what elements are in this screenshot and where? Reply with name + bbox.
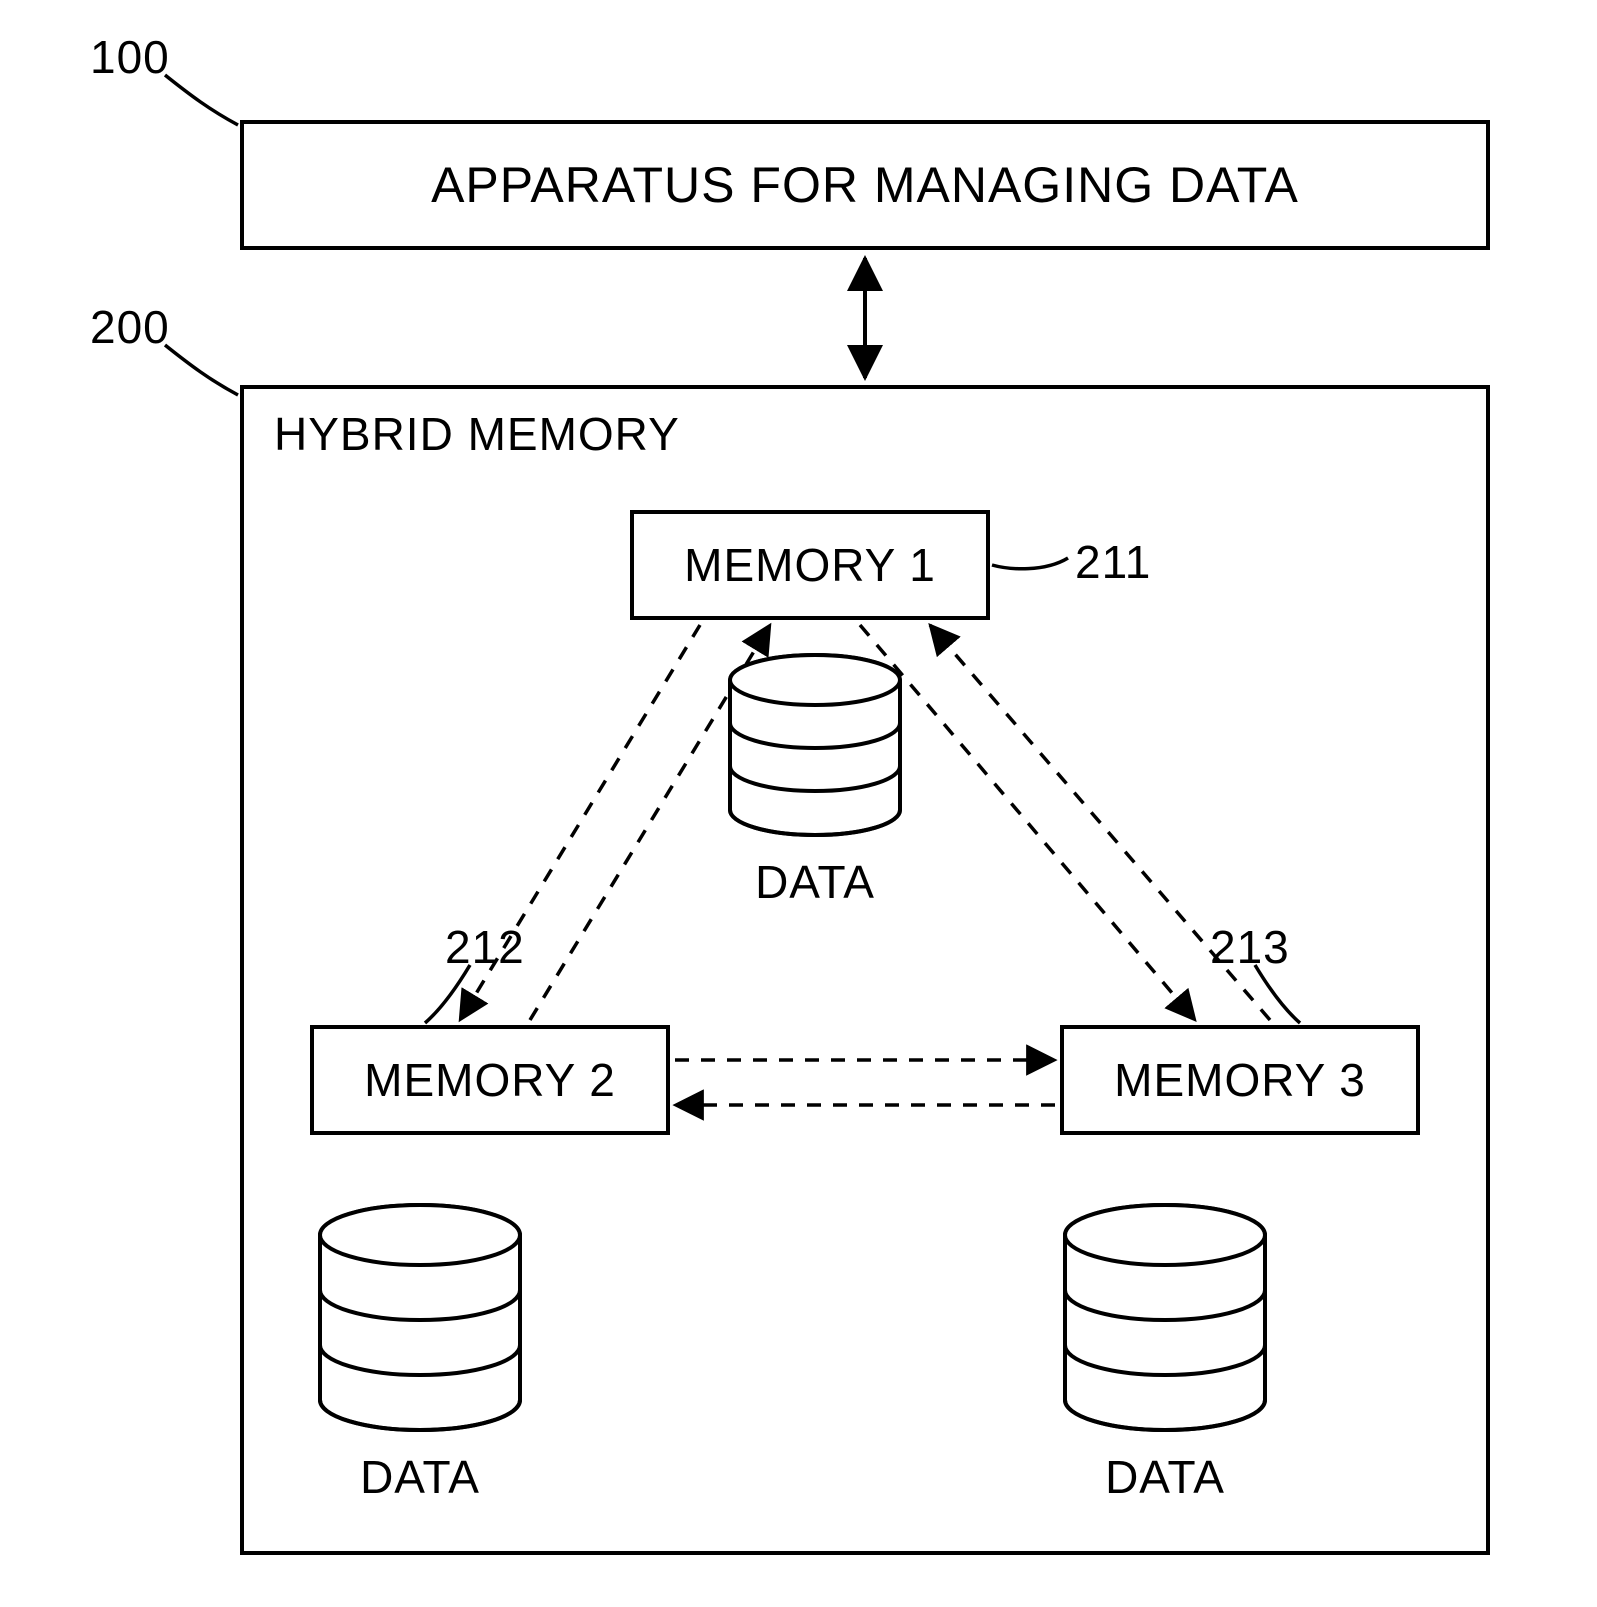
memory3-box: MEMORY 3 [1060, 1025, 1420, 1135]
apparatus-label: APPARATUS FOR MANAGING DATA [431, 156, 1299, 214]
memory1-box: MEMORY 1 [630, 510, 990, 620]
memory2-box: MEMORY 2 [310, 1025, 670, 1135]
memory3-label: MEMORY 3 [1114, 1053, 1366, 1107]
ref-211: 211 [1075, 535, 1151, 589]
ref-200: 200 [90, 300, 170, 354]
data-label-3: DATA [1100, 1450, 1230, 1504]
data-label-2: DATA [355, 1450, 485, 1504]
leader-200 [165, 345, 238, 395]
memory1-label: MEMORY 1 [684, 538, 936, 592]
hybrid-memory-title: HYBRID MEMORY [274, 407, 680, 461]
ref-212: 212 [445, 920, 525, 974]
leader-100 [165, 75, 238, 125]
data-label-1: DATA [750, 855, 880, 909]
ref-100: 100 [90, 30, 170, 84]
diagram-canvas: 100 APPARATUS FOR MANAGING DATA 200 HYBR… [0, 0, 1597, 1607]
ref-213: 213 [1210, 920, 1290, 974]
memory2-label: MEMORY 2 [364, 1053, 616, 1107]
apparatus-box: APPARATUS FOR MANAGING DATA [240, 120, 1490, 250]
